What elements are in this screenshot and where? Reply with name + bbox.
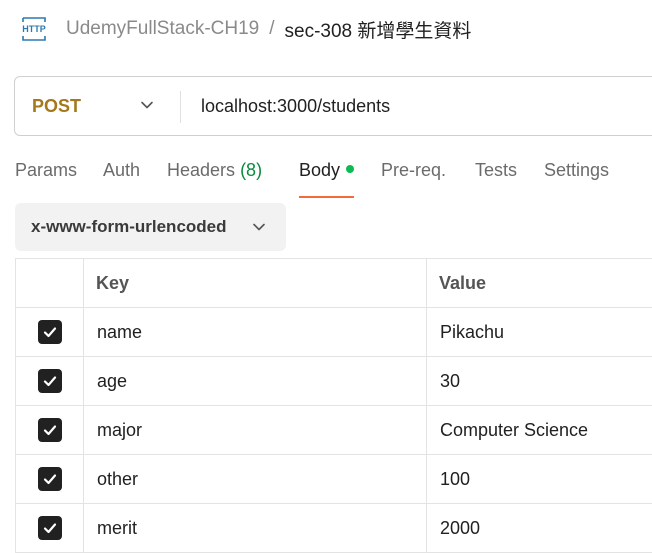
- row-checkbox-cell: [16, 504, 84, 553]
- row-checkbox-cell: [16, 308, 84, 357]
- request-url-bar: POST: [14, 76, 652, 136]
- tab-label: Params: [15, 160, 77, 180]
- request-name[interactable]: sec-308 新增學生資料: [285, 16, 472, 43]
- active-tab-underline: [299, 196, 354, 198]
- tab-auth[interactable]: Auth: [103, 160, 140, 198]
- row-value[interactable]: Pikachu: [427, 308, 652, 357]
- row-checkbox[interactable]: [38, 467, 62, 491]
- body-type-select[interactable]: x-www-form-urlencoded: [15, 203, 286, 251]
- row-checkbox-cell: [16, 406, 84, 455]
- table-row: age 30: [16, 357, 652, 406]
- table-row: name Pikachu: [16, 308, 652, 357]
- row-checkbox[interactable]: [38, 320, 62, 344]
- table-row: major Computer Science: [16, 406, 652, 455]
- tab-headers[interactable]: Headers (8): [167, 160, 262, 198]
- tab-label: Pre-req.: [381, 160, 446, 180]
- tab-settings[interactable]: Settings: [544, 160, 609, 198]
- svg-text:HTTP: HTTP: [22, 24, 46, 34]
- tab-label: Settings: [544, 160, 609, 180]
- row-checkbox-cell: [16, 455, 84, 504]
- method-select[interactable]: POST: [32, 77, 81, 135]
- checkmark-icon: [42, 373, 58, 389]
- breadcrumb: HTTP UdemyFullStack-CH19 / sec-308 新增學生資…: [20, 14, 471, 44]
- tab-label: Tests: [475, 160, 517, 180]
- url-input[interactable]: [201, 77, 641, 135]
- tab-body[interactable]: Body: [299, 160, 354, 198]
- tab-tests[interactable]: Tests: [475, 160, 517, 198]
- headers-count: (8): [240, 160, 262, 180]
- tab-label: Auth: [103, 160, 140, 180]
- checkmark-icon: [42, 471, 58, 487]
- row-value[interactable]: 100: [427, 455, 652, 504]
- row-checkbox[interactable]: [38, 516, 62, 540]
- row-value[interactable]: 2000: [427, 504, 652, 553]
- table-row: other 100: [16, 455, 652, 504]
- tab-label: Body: [299, 160, 340, 180]
- table-header-row: Key Value: [16, 259, 652, 308]
- checkbox-column-header: [16, 259, 84, 308]
- row-checkbox[interactable]: [38, 418, 62, 442]
- row-key[interactable]: merit: [84, 504, 427, 553]
- breadcrumb-separator: /: [269, 18, 274, 40]
- row-checkbox[interactable]: [38, 369, 62, 393]
- tab-params[interactable]: Params: [15, 160, 77, 198]
- row-value[interactable]: Computer Science: [427, 406, 652, 455]
- url-divider: [180, 91, 181, 123]
- key-column-header: Key: [84, 259, 427, 308]
- row-key[interactable]: name: [84, 308, 427, 357]
- params-table: Key Value name Pikachu age 30 major Comp…: [15, 258, 652, 553]
- table-row: merit 2000: [16, 504, 652, 553]
- chevron-down-icon: [252, 220, 266, 234]
- body-type-label: x-www-form-urlencoded: [31, 217, 227, 237]
- row-key[interactable]: age: [84, 357, 427, 406]
- tab-pre-request[interactable]: Pre-req.: [381, 160, 446, 198]
- breadcrumb-collection[interactable]: UdemyFullStack-CH19: [66, 18, 259, 40]
- chevron-down-icon[interactable]: [140, 98, 154, 112]
- row-checkbox-cell: [16, 357, 84, 406]
- row-key[interactable]: other: [84, 455, 427, 504]
- checkmark-icon: [42, 520, 58, 536]
- row-value[interactable]: 30: [427, 357, 652, 406]
- value-column-header: Value: [427, 259, 652, 308]
- tab-label: Headers: [167, 160, 235, 180]
- checkmark-icon: [42, 422, 58, 438]
- http-icon: HTTP: [20, 16, 48, 42]
- body-indicator-dot: [346, 165, 354, 173]
- row-key[interactable]: major: [84, 406, 427, 455]
- checkmark-icon: [42, 324, 58, 340]
